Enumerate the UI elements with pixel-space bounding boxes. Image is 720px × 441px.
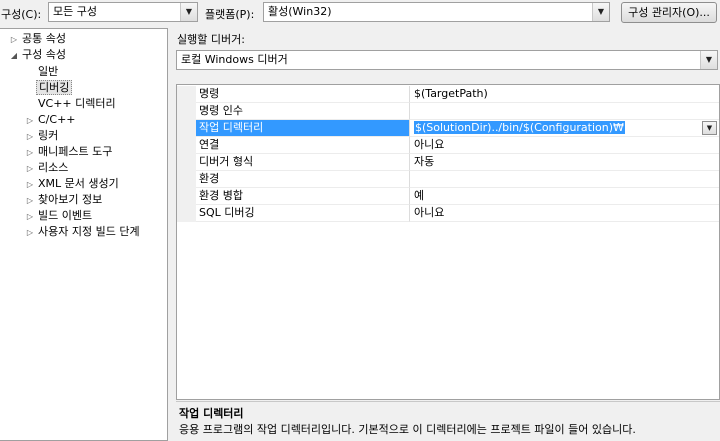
- chevron-down-icon[interactable]: ▼: [700, 51, 717, 69]
- property-row-merge-environment[interactable]: 환경 병합 예: [177, 188, 719, 205]
- config-manager-button[interactable]: 구성 관리자(O)...: [621, 2, 717, 23]
- property-row-command-arguments[interactable]: 명령 인수: [177, 103, 719, 120]
- tree-item-configuration-properties[interactable]: ◢ 구성 속성: [8, 47, 68, 63]
- working-directory-value[interactable]: $(SolutionDir)../bin/$(Configuration)₩: [414, 121, 625, 134]
- property-value[interactable]: 아니요: [410, 137, 719, 154]
- property-row-command[interactable]: 명령 $(TargetPath): [177, 86, 719, 103]
- config-select[interactable]: 모든 구성 ▼: [48, 2, 198, 22]
- property-name: 환경 병합: [196, 188, 410, 205]
- platform-label: 플랫폼(P):: [205, 8, 255, 21]
- property-tree: ▷ 공통 속성 ◢ 구성 속성 일반 디버깅 VC++ 디렉터리 ▷ C/C++ ▷ 링…: [0, 28, 168, 441]
- property-row-sql-debugging[interactable]: SQL 디버깅 아니요: [177, 205, 719, 222]
- debugger-select-value: 로컬 Windows 디버거: [181, 53, 288, 66]
- property-name: 명령 인수: [196, 103, 410, 120]
- expand-triangle-icon[interactable]: ▷: [24, 225, 36, 241]
- expand-triangle-icon[interactable]: ▷: [24, 145, 36, 161]
- tree-item-build-events[interactable]: ▷ 빌드 이벤트: [24, 208, 94, 224]
- configuration-toolbar: 구성(C): 모든 구성 ▼ 플랫폼(P): 활성(Win32) ▼ 구성 관리…: [0, 0, 720, 26]
- expand-triangle-icon[interactable]: ▷: [24, 177, 36, 193]
- property-row-attach[interactable]: 연결 아니요: [177, 137, 719, 154]
- property-value-editor[interactable]: $(SolutionDir)../bin/$(Configuration)₩: [410, 120, 719, 137]
- property-row-environment[interactable]: 환경: [177, 171, 719, 188]
- platform-select[interactable]: 활성(Win32) ▼: [263, 2, 610, 22]
- config-select-value: 모든 구성: [53, 5, 97, 18]
- tree-item-custom-build-step[interactable]: ▷ 사용자 지정 빌드 단계: [24, 224, 142, 240]
- property-name: SQL 디버깅: [196, 205, 410, 222]
- debugger-to-launch-label: 실행할 디버거:: [177, 33, 245, 46]
- property-value[interactable]: 아니요: [410, 205, 719, 222]
- tree-item-common-properties[interactable]: ▷ 공통 속성: [8, 31, 68, 47]
- property-name: 환경: [196, 171, 410, 188]
- property-name: 명령: [196, 86, 410, 103]
- config-label: 구성(C):: [1, 8, 42, 21]
- tree-item-debugging[interactable]: 디버깅: [36, 80, 73, 96]
- tree-item-manifest-tool[interactable]: ▷ 매니페스트 도구: [24, 144, 114, 160]
- property-name: 작업 디렉터리: [196, 120, 410, 137]
- expand-triangle-icon[interactable]: ▷: [24, 161, 36, 177]
- expand-triangle-icon[interactable]: ▷: [24, 113, 36, 129]
- platform-select-value: 활성(Win32): [268, 5, 332, 18]
- chevron-down-icon[interactable]: ▼: [592, 3, 609, 21]
- property-value[interactable]: $(TargetPath): [410, 86, 719, 103]
- property-value[interactable]: 자동: [410, 154, 719, 171]
- tree-item-vc-directories[interactable]: VC++ 디렉터리: [36, 96, 118, 112]
- property-row-working-directory[interactable]: 작업 디렉터리 $(SolutionDir)../bin/$(Configura…: [177, 120, 719, 137]
- tree-item-resources[interactable]: ▷ 리소스: [24, 160, 70, 176]
- tree-item-general[interactable]: 일반: [36, 64, 60, 80]
- expand-triangle-icon[interactable]: ▷: [24, 193, 36, 209]
- chevron-down-icon[interactable]: ▼: [702, 121, 717, 135]
- property-value[interactable]: [410, 103, 719, 120]
- property-value[interactable]: 예: [410, 188, 719, 205]
- tree-item-xml-doc-generator[interactable]: ▷ XML 문서 생성기: [24, 176, 121, 192]
- chevron-down-icon[interactable]: ▼: [180, 3, 197, 21]
- description-title: 작업 디렉터리: [179, 407, 244, 420]
- property-grid: 명령 $(TargetPath) 명령 인수 작업 디렉터리 $(Solutio…: [176, 84, 720, 400]
- description-body: 응용 프로그램의 작업 디렉터리입니다. 기본적으로 이 디렉터리에는 프로젝트…: [179, 423, 636, 436]
- collapse-triangle-icon[interactable]: ◢: [8, 48, 20, 64]
- description-pane: 작업 디렉터리 응용 프로그램의 작업 디렉터리입니다. 기본적으로 이 디렉터…: [176, 401, 720, 441]
- tree-item-linker[interactable]: ▷ 링커: [24, 128, 60, 144]
- property-row-debugger-type[interactable]: 디버거 형식 자동: [177, 154, 719, 171]
- tree-item-browse-information[interactable]: ▷ 찾아보기 정보: [24, 192, 104, 208]
- property-name: 디버거 형식: [196, 154, 410, 171]
- tree-item-c-cpp[interactable]: ▷ C/C++: [24, 112, 78, 128]
- property-name: 연결: [196, 137, 410, 154]
- expand-triangle-icon[interactable]: ▷: [24, 129, 36, 145]
- expand-triangle-icon[interactable]: ▷: [8, 32, 20, 48]
- expand-triangle-icon[interactable]: ▷: [24, 209, 36, 225]
- debugger-select[interactable]: 로컬 Windows 디버거 ▼: [176, 50, 718, 70]
- property-value[interactable]: [410, 171, 719, 188]
